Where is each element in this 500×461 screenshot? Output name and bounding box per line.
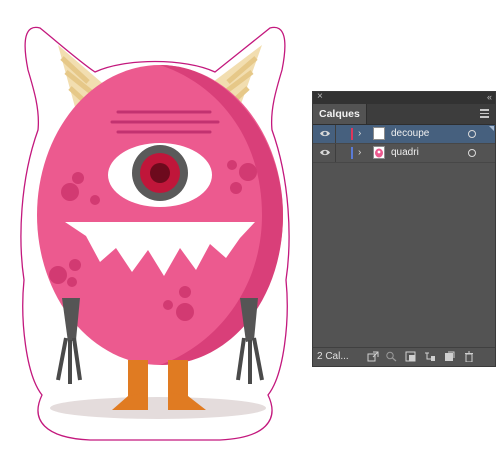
close-icon[interactable]: × bbox=[317, 91, 323, 103]
artboard[interactable] bbox=[0, 0, 310, 456]
target-circle-icon[interactable] bbox=[468, 149, 476, 157]
chevron-right-icon[interactable]: › bbox=[358, 146, 361, 160]
layer-thumbnail bbox=[373, 127, 385, 140]
layer-row-quadri[interactable]: › quadri bbox=[313, 144, 495, 163]
layers-list: › decoupe › quadri bbox=[313, 125, 495, 325]
panel-footer: 2 Cal... bbox=[313, 347, 495, 366]
locate-object-icon[interactable] bbox=[385, 351, 397, 362]
monster-eye bbox=[108, 143, 212, 207]
monster-sticker-illustration[interactable] bbox=[0, 0, 310, 456]
visibility-eye-icon[interactable] bbox=[319, 148, 331, 157]
ground-shadow bbox=[50, 397, 266, 419]
layer-thumbnail bbox=[373, 146, 385, 159]
layers-panel[interactable]: × « Calques › decoupe › quadri 2 Cal... bbox=[312, 91, 496, 367]
tab-calques[interactable]: Calques bbox=[313, 104, 367, 124]
layer-name[interactable]: decoupe bbox=[391, 127, 429, 141]
make-clipping-mask-icon[interactable] bbox=[405, 351, 417, 362]
visibility-eye-icon[interactable] bbox=[319, 129, 331, 138]
column-separator bbox=[335, 125, 336, 143]
selection-indicator-icon bbox=[489, 126, 494, 131]
new-layer-icon[interactable] bbox=[443, 351, 455, 362]
column-separator bbox=[335, 144, 336, 162]
target-circle-icon[interactable] bbox=[468, 130, 476, 138]
create-sublayer-icon[interactable] bbox=[424, 351, 436, 362]
monster-thumbnail-icon bbox=[375, 148, 383, 158]
chevron-right-icon[interactable]: › bbox=[358, 127, 361, 141]
delete-icon[interactable] bbox=[463, 351, 475, 362]
layer-color-indicator bbox=[351, 147, 353, 159]
panel-tabs: Calques bbox=[313, 104, 495, 125]
panel-menu-icon[interactable] bbox=[480, 109, 489, 118]
panel-titlebar[interactable]: × « bbox=[313, 91, 495, 104]
layer-count: 2 Cal... bbox=[317, 351, 349, 362]
collapse-icon[interactable]: « bbox=[487, 91, 492, 103]
layer-color-indicator bbox=[351, 128, 353, 140]
layer-row-decoupe[interactable]: › decoupe bbox=[313, 125, 495, 144]
layer-name[interactable]: quadri bbox=[391, 146, 419, 160]
export-icon[interactable] bbox=[367, 351, 379, 362]
